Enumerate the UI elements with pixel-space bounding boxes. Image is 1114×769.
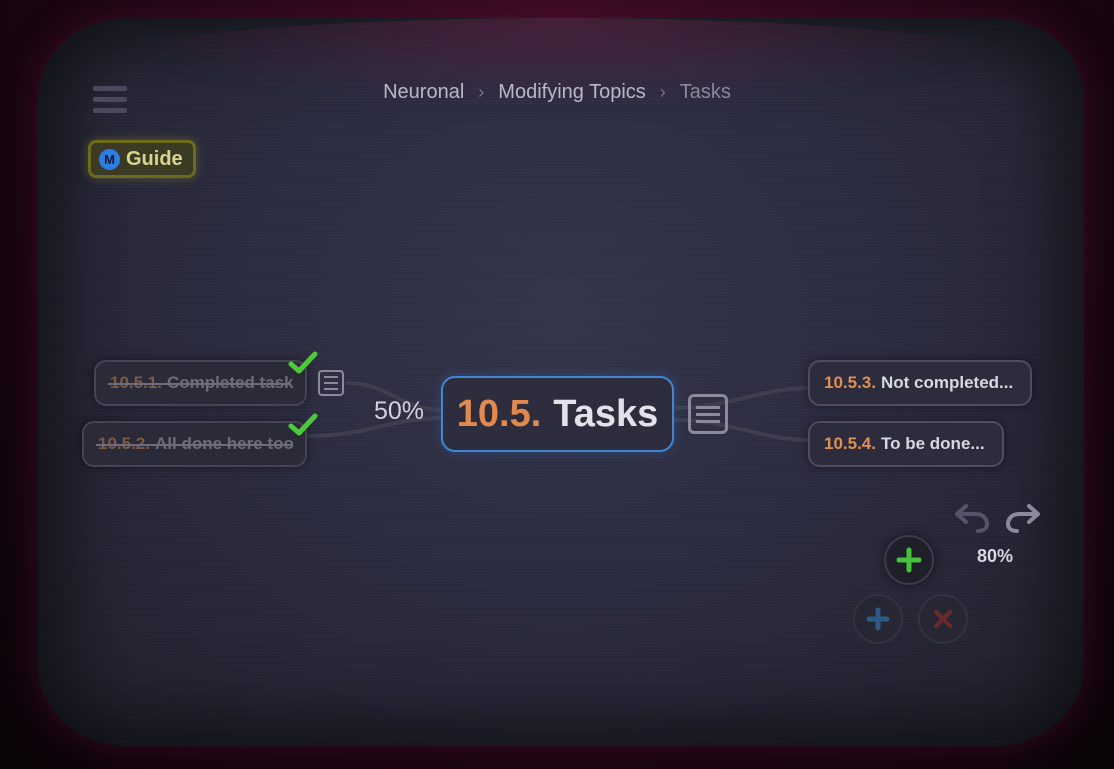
subtopic-10-5-1[interactable]: 10.5.1. Completed task bbox=[94, 360, 307, 406]
redo-icon[interactable] bbox=[1003, 500, 1043, 534]
plus-icon bbox=[866, 607, 890, 631]
progress-percent: 50% bbox=[374, 397, 425, 425]
undo-icon[interactable] bbox=[952, 500, 992, 534]
strikethrough bbox=[96, 444, 291, 446]
subtopic-title: To be done... bbox=[881, 434, 985, 453]
note-icon[interactable] bbox=[688, 394, 728, 434]
topic-number: 10.5. bbox=[456, 392, 542, 435]
add-child-button[interactable] bbox=[853, 594, 903, 644]
close-icon bbox=[934, 610, 952, 628]
subtopic-number: 10.5.4. bbox=[824, 434, 876, 453]
topic-title: Tasks bbox=[553, 392, 659, 435]
add-topic-button[interactable] bbox=[884, 535, 934, 585]
subtopic-10-5-2[interactable]: 10.5.2. All done here too bbox=[82, 421, 307, 467]
subtopic-title: Not completed... bbox=[881, 373, 1014, 392]
strikethrough bbox=[108, 383, 291, 385]
subtopic-10-5-3[interactable]: 10.5.3. Not completed... bbox=[808, 360, 1032, 406]
plus-icon bbox=[896, 547, 922, 573]
note-icon[interactable] bbox=[318, 370, 344, 396]
subtopic-number: 10.5.3. bbox=[824, 373, 876, 392]
check-icon bbox=[288, 413, 318, 436]
delete-button[interactable] bbox=[918, 594, 968, 644]
subtopic-10-5-4[interactable]: 10.5.4. To be done... bbox=[808, 421, 1004, 467]
zoom-level: 80% bbox=[977, 546, 1014, 566]
center-topic[interactable]: 10.5. Tasks bbox=[441, 376, 674, 452]
check-icon bbox=[288, 351, 318, 374]
